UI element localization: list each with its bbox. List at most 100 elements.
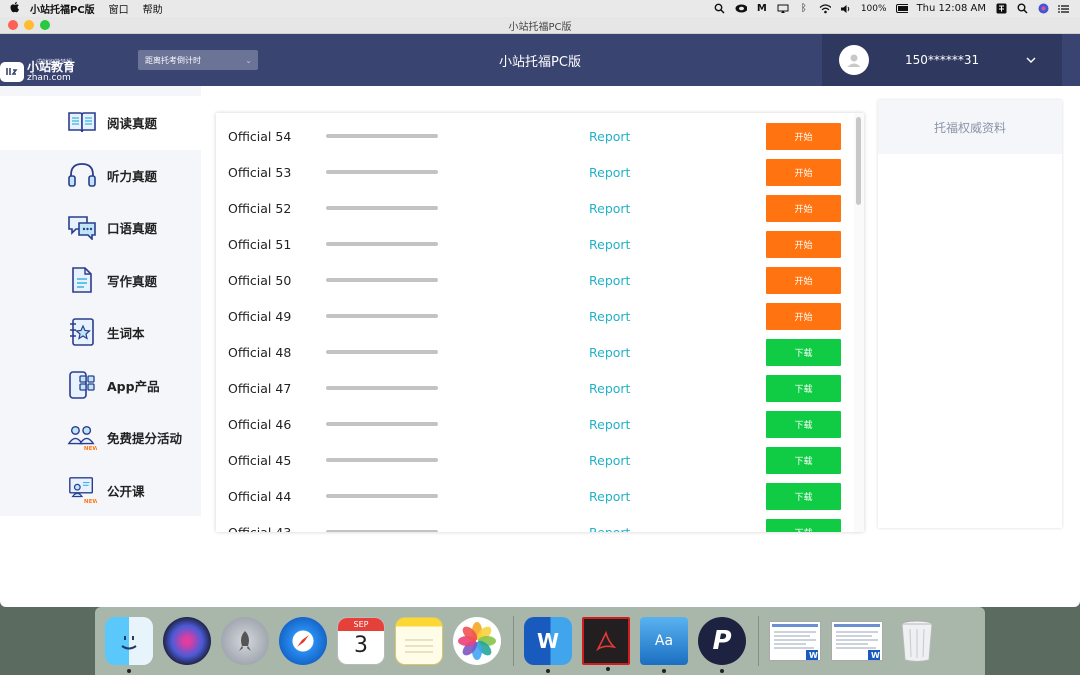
app-header: 小站教育 zhan.com 成就留学梦想 距离托考倒计时 ⌄ 小站托福PC版 1… [0,34,1080,86]
maximize-window-button[interactable] [40,20,50,30]
logo-bubble-icon [0,62,24,82]
report-link[interactable]: Report [589,345,630,360]
test-name: Official 51 [228,236,292,252]
menu-help[interactable]: 帮助 [143,1,163,16]
progress-bar [326,134,438,138]
siri-menubar-icon[interactable] [1037,3,1049,14]
siri-icon[interactable] [163,617,211,665]
sidebar-item-vocabulary[interactable]: 生词本 [0,307,201,357]
progress-bar [326,386,438,390]
report-link[interactable]: Report [589,129,630,144]
list-scrollbar[interactable] [854,113,864,532]
menu-app-name[interactable]: 小站托福PC版 [30,1,95,16]
sidebar-item-label: 生词本 [107,325,145,341]
word-document-icon[interactable]: W [769,621,821,661]
scrollbar-thumb[interactable] [856,117,861,205]
sidebar-item-label: 写作真题 [107,273,158,289]
start-button[interactable]: 开始 [766,194,841,222]
sidebar-item-label: 口语真题 [107,220,158,236]
sidebar-item-open-class[interactable]: NEW 公开课 [0,465,201,515]
input-method-icon[interactable] [995,3,1007,14]
acrobat-icon[interactable] [582,617,630,671]
sidebar-item-listening[interactable]: 听力真题 [0,150,201,200]
progress-bar [326,278,438,282]
dictionary-icon[interactable]: Aa [640,617,688,673]
notification-center-icon[interactable] [1058,3,1070,14]
avatar[interactable] [839,45,869,75]
exam-countdown-dropdown[interactable]: 距离托考倒计时 ⌄ [138,50,258,70]
sidebar-item-free-activities[interactable]: NEW 免费提分活动 [0,412,201,462]
list-item: Official 49 Report 开始 [216,298,852,334]
download-button[interactable]: 下载 [766,410,841,438]
countdown-label: 距离托考倒计时 [145,55,201,65]
report-link[interactable]: Report [589,525,630,533]
calendar-icon[interactable]: SEP 3 [337,617,385,665]
document-icon [67,265,97,295]
search-app-icon[interactable] [714,3,726,14]
trash-icon[interactable] [893,617,941,665]
start-button[interactable]: 开始 [766,266,841,294]
report-link[interactable]: Report [589,489,630,504]
test-name: Official 54 [228,128,292,144]
m-app-icon[interactable]: M [756,3,768,14]
safari-icon[interactable] [279,617,327,665]
start-button[interactable]: 开始 [766,302,841,330]
report-link[interactable]: Report [589,237,630,252]
list-item: Official 52 Report 开始 [216,190,852,226]
app-icon [67,370,97,400]
start-button[interactable]: 开始 [766,122,841,150]
sidebar-item-label: App产品 [107,378,160,394]
report-link[interactable]: Report [589,453,630,468]
volume-icon[interactable] [840,3,852,14]
start-button[interactable]: 开始 [766,230,841,258]
apple-menu-icon[interactable] [0,1,30,16]
p-app-icon[interactable]: P [698,617,746,673]
download-button[interactable]: 下载 [766,374,841,402]
report-link[interactable]: Report [589,273,630,288]
download-button[interactable]: 下载 [766,518,841,532]
list-item: Official 46 Report 下载 [216,406,852,442]
chevron-down-icon[interactable] [1026,54,1036,67]
wifi-icon[interactable] [819,3,831,14]
progress-bar [326,458,438,462]
macos-menubar: 小站托福PC版 窗口 帮助 M ᛒ 100% Thu 12:08 AM [0,0,1080,17]
user-account-menu[interactable]: 150******31 [822,34,1062,86]
menubar-clock[interactable]: Thu 12:08 AM [917,3,986,14]
zhan-logo[interactable]: 小站教育 zhan.com 成就留学梦想 [0,54,120,83]
report-link[interactable]: Report [589,165,630,180]
download-button[interactable]: 下载 [766,482,841,510]
screen-mirroring-icon[interactable] [777,3,789,14]
sidebar-item-app-products[interactable]: App产品 [0,360,201,410]
notes-icon[interactable] [395,617,443,665]
download-button[interactable]: 下载 [766,338,841,366]
minimize-window-button[interactable] [24,20,34,30]
sidebar-item-reading[interactable]: 阅读真题 [0,97,201,147]
official-tests-list[interactable]: Official 54 Report 开始 Official 53 Report 开始 Of… [216,113,864,532]
app-window: 小站托福PC版 小站教育 zhan.com 成就留学梦想 距离托考倒计时 ⌄ 小… [0,17,1080,607]
report-link[interactable]: Report [589,381,630,396]
launchpad-icon[interactable] [221,617,269,665]
report-link[interactable]: Report [589,201,630,216]
spotlight-icon[interactable] [1016,3,1028,14]
sidebar-item-writing[interactable]: 写作真题 [0,255,201,305]
sidebar-item-speaking[interactable]: 口语真题 [0,202,201,252]
window-titlebar[interactable]: 小站托福PC版 [0,17,1080,34]
close-window-button[interactable] [8,20,18,30]
menu-window[interactable]: 窗口 [109,1,129,16]
user-phone: 150******31 [905,53,980,67]
word-document-icon[interactable]: W [831,621,883,661]
report-link[interactable]: Report [589,417,630,432]
creative-cloud-icon[interactable] [735,3,747,14]
headphones-icon [67,160,97,190]
window-title: 小站托福PC版 [508,21,572,33]
finder-icon[interactable] [105,617,153,673]
photos-icon[interactable] [453,617,501,665]
word-icon[interactable]: W [524,617,572,673]
report-link[interactable]: Report [589,309,630,324]
download-button[interactable]: 下载 [766,446,841,474]
list-item: Official 48 Report 下载 [216,334,852,370]
svg-text:W: W [809,651,818,660]
bluetooth-icon[interactable]: ᛒ [798,3,810,14]
start-button[interactable]: 开始 [766,158,841,186]
battery-icon[interactable] [895,3,908,14]
